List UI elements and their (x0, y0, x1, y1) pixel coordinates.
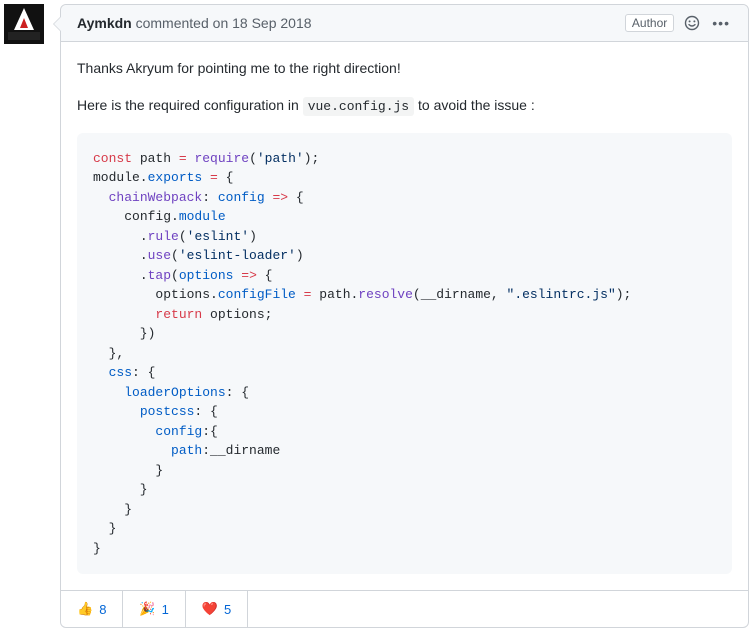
reaction-count: 8 (99, 602, 106, 617)
reaction-heart[interactable]: ❤️ 5 (186, 591, 248, 627)
tada-icon: 🎉 (139, 601, 155, 617)
add-reaction-button[interactable] (682, 13, 702, 33)
avatar-image (4, 4, 44, 44)
inline-code: vue.config.js (303, 97, 414, 116)
more-actions-button[interactable]: ••• (710, 14, 732, 32)
thumbs-up-icon: 👍 (77, 601, 93, 617)
heart-icon: ❤️ (202, 601, 218, 617)
kebab-icon: ••• (712, 16, 730, 30)
reaction-count: 5 (224, 602, 231, 617)
author-link[interactable]: Aymkdn (77, 15, 132, 31)
timestamp-link[interactable]: 18 Sep 2018 (232, 15, 311, 31)
reaction-thumbs-up[interactable]: 👍 8 (61, 591, 123, 627)
reaction-tada[interactable]: 🎉 1 (123, 591, 185, 627)
reactions-bar: 👍 8 🎉 1 ❤️ 5 (61, 590, 748, 627)
comment-header: Aymkdn commented on 18 Sep 2018 Author (61, 5, 748, 42)
code-block: const path = require('path'); module.exp… (77, 133, 732, 575)
smiley-icon (684, 15, 700, 31)
author-badge: Author (625, 14, 674, 32)
reaction-count: 1 (162, 602, 169, 617)
body-paragraph: Thanks Akryum for pointing me to the rig… (77, 58, 732, 79)
comment-body: Thanks Akryum for pointing me to the rig… (61, 42, 748, 590)
avatar[interactable] (4, 4, 44, 44)
commented-label: commented on (136, 15, 233, 31)
body-paragraph: Here is the required configuration in vu… (77, 95, 732, 117)
comment-container: Aymkdn commented on 18 Sep 2018 Author (60, 4, 749, 628)
